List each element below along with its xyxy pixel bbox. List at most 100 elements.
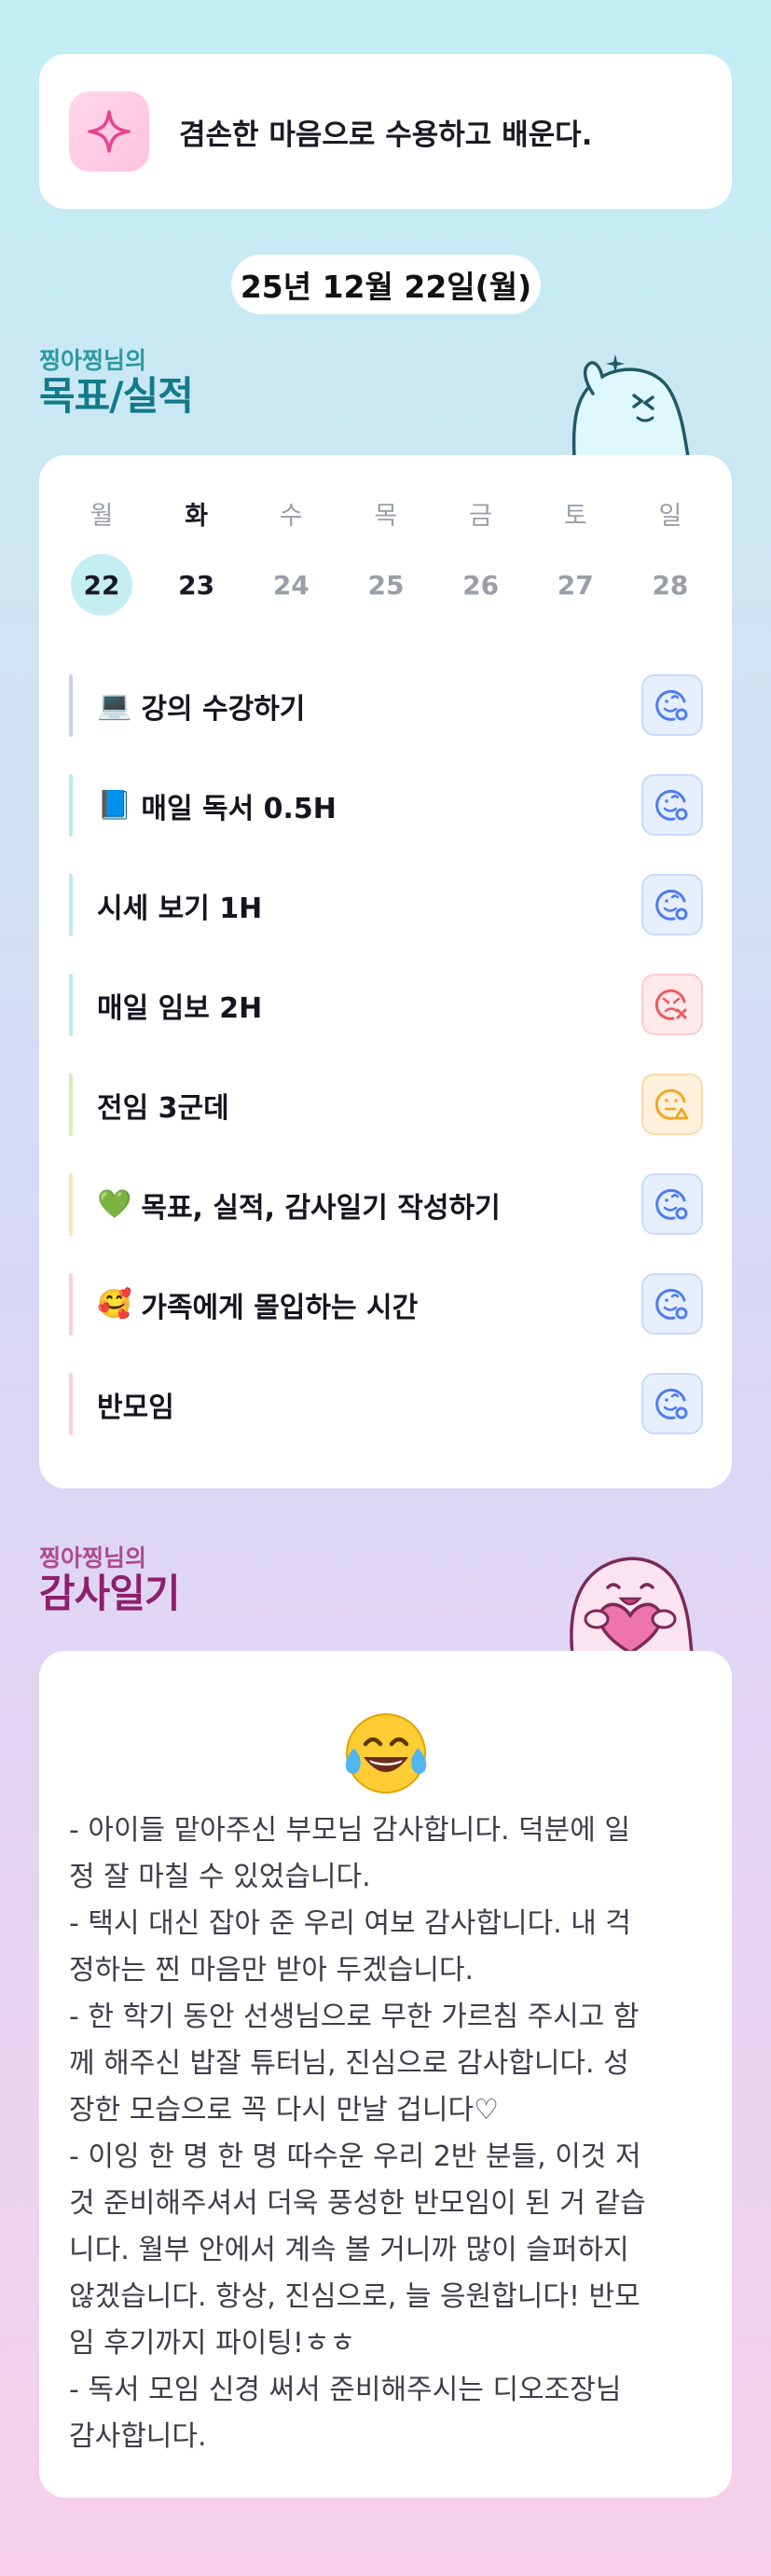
status-done-button[interactable] [641,1173,703,1235]
gratitude-section-header: 찡아찡님의 감사일기 [39,1544,181,1616]
gratitude-line: 임 후기까지 파이팅!ㅎㅎ [69,2327,356,2360]
goals-section-header: 찡아찡님의 목표/실적 [39,347,194,419]
heart-mascot-icon [570,1557,694,1655]
gratitude-line: 정하는 찐 마음만 받아 두겠습니다. [69,1954,475,1987]
status-done-button[interactable] [641,1373,703,1434]
day-sat[interactable]: 토 27 [543,498,608,616]
face-with-tears-of-joy-icon [345,1713,427,1794]
goal-emoji-icon: 🥰 [97,1288,132,1321]
goal-text: 전임 3군데 [97,1091,229,1125]
goal-emoji-icon: 💻 [97,689,132,722]
goal-label: 💚 목표, 실적, 감사일기 작성하기 [97,1184,501,1226]
goal-label: 시세 보기 1H [97,885,262,926]
goal-item[interactable]: 전임 3군데 [69,1055,703,1155]
day-number[interactable]: 25 [355,554,417,616]
status-done-icon [655,1388,688,1420]
sparkle-icon [69,91,149,172]
goal-color-bar [69,974,73,1036]
day-fri[interactable]: 금 26 [448,498,514,616]
status-done-button[interactable] [641,874,703,935]
ghost-mascot-icon [571,354,690,457]
goals-title: 목표/실적 [39,373,194,419]
day-tue[interactable]: 화 23 [164,498,229,616]
gratitude-line: 않겠습니다. 항상, 진심으로, 늘 응원합니다! 반모 [69,2280,640,2313]
status-partial-icon [654,1088,689,1120]
goals-card: 월 22 화 23 수 24 목 25 금 26 토 27 일 28 💻 강의 수… [39,455,732,1489]
day-name: 토 [563,502,587,531]
status-done-button[interactable] [641,774,703,836]
status-done-button[interactable] [641,1273,703,1335]
status-done-icon [655,1288,688,1320]
goal-item[interactable]: 시세 보기 1H [69,855,703,955]
motto-text: 겸손한 마음으로 수용하고 배운다. [179,118,593,152]
goal-label: 반모임 [97,1384,174,1425]
goal-color-bar [69,1373,73,1435]
goal-item[interactable]: 매일 임보 2H [69,955,703,1055]
goal-item[interactable]: 💚 목표, 실적, 감사일기 작성하기 [69,1155,703,1254]
goal-item[interactable]: 반모임 [69,1354,703,1454]
day-name: 수 [279,502,303,531]
goal-color-bar [69,1073,73,1136]
gratitude-title: 감사일기 [39,1571,181,1616]
goal-color-bar [69,1273,73,1336]
goal-item[interactable]: 💻 강의 수강하기 [69,656,703,755]
goal-text: 매일 독서 0.5H [141,792,337,825]
status-done-icon [655,789,688,821]
goal-color-bar [69,674,73,737]
goal-text: 강의 수강하기 [141,692,306,726]
goal-color-bar [69,774,73,837]
status-fail-button[interactable] [641,974,703,1035]
goal-color-bar [69,1173,73,1236]
day-name: 일 [658,502,682,531]
status-done-icon [655,889,688,921]
goal-color-bar [69,874,73,936]
gratitude-line: - 아이들 맡아주신 부모님 감사합니다. 덕분에 일 [69,1814,630,1847]
gratitude-line: - 이잉 한 명 한 명 따수운 우리 2반 분들, 이것 저 [69,2140,641,2173]
date-label: 25년 12월 22일(월) [231,255,541,314]
goal-text: 반모임 [97,1391,174,1424]
goals-owner: 찡아찡님의 [39,347,147,374]
status-partial-button[interactable] [641,1073,703,1135]
day-number[interactable]: 22 [71,554,132,616]
gratitude-owner: 찡아찡님의 [39,1544,147,1572]
gratitude-line: 감사합니다. [69,2420,207,2453]
gratitude-line: - 독서 모임 신경 써서 준비해주시는 디오조장님 [69,2374,622,2406]
gratitude-line: 께 해주신 밥잘 튜터님, 진심으로 감사합니다. 성 [69,2047,629,2080]
week-selector: 월 22 화 23 수 24 목 25 금 26 토 27 일 28 [69,498,703,616]
day-number[interactable]: 26 [450,554,512,616]
goal-text: 매일 임보 2H [97,991,263,1025]
goal-list: 💻 강의 수강하기 📘 매일 독서 0.5H 시세 보기 1H 매일 임보 2H 전임 3군… [69,656,703,1454]
day-sun[interactable]: 일 28 [638,498,703,616]
goal-text: 목표, 실적, 감사일기 작성하기 [141,1191,501,1225]
day-name: 목 [374,502,398,531]
day-thu[interactable]: 목 25 [353,498,419,616]
status-done-icon [655,1188,688,1220]
day-number[interactable]: 23 [166,554,227,616]
status-done-button[interactable] [641,674,703,736]
gratitude-line: 정 잘 마칠 수 있었습니다. [69,1861,371,1893]
gratitude-line: 니다. 월부 안에서 계속 볼 거니까 많이 슬퍼하지 [69,2234,629,2266]
day-mon[interactable]: 월 22 [69,498,134,616]
goal-item[interactable]: 🥰 가족에게 몰입하는 시간 [69,1254,703,1354]
day-wed[interactable]: 수 24 [258,498,324,616]
status-done-icon [655,689,688,721]
gratitude-line: 장한 모습으로 꼭 다시 만날 겁니다♡ [69,2094,499,2126]
goal-item[interactable]: 📘 매일 독서 0.5H [69,755,703,855]
goal-text: 시세 보기 1H [97,892,263,925]
gratitude-line: - 한 학기 동안 선생님으로 무한 가르침 주시고 함 [69,2001,640,2033]
motto-card: 겸손한 마음으로 수용하고 배운다. [39,54,732,209]
day-name: 금 [469,502,493,531]
day-name: 월 [89,502,114,531]
goal-label: 🥰 가족에게 몰입하는 시간 [97,1284,418,1325]
goal-emoji-icon: 💚 [97,1188,132,1221]
goal-text: 가족에게 몰입하는 시간 [141,1291,419,1324]
day-number[interactable]: 27 [544,554,606,616]
status-fail-icon [654,989,687,1020]
gratitude-text: - 아이들 맡아주신 부모님 감사합니다. 덕분에 일정 잘 마칠 수 있었습니… [69,1807,712,2460]
gratitude-line: 것 준비해주셔서 더욱 풍성한 반모임이 된 거 같습 [69,2187,646,2220]
day-name: 화 [185,502,209,531]
goal-label: 매일 임보 2H [97,985,262,1026]
day-number[interactable]: 24 [260,554,322,616]
day-number[interactable]: 28 [640,554,701,616]
goal-emoji-icon: 📘 [97,789,132,822]
